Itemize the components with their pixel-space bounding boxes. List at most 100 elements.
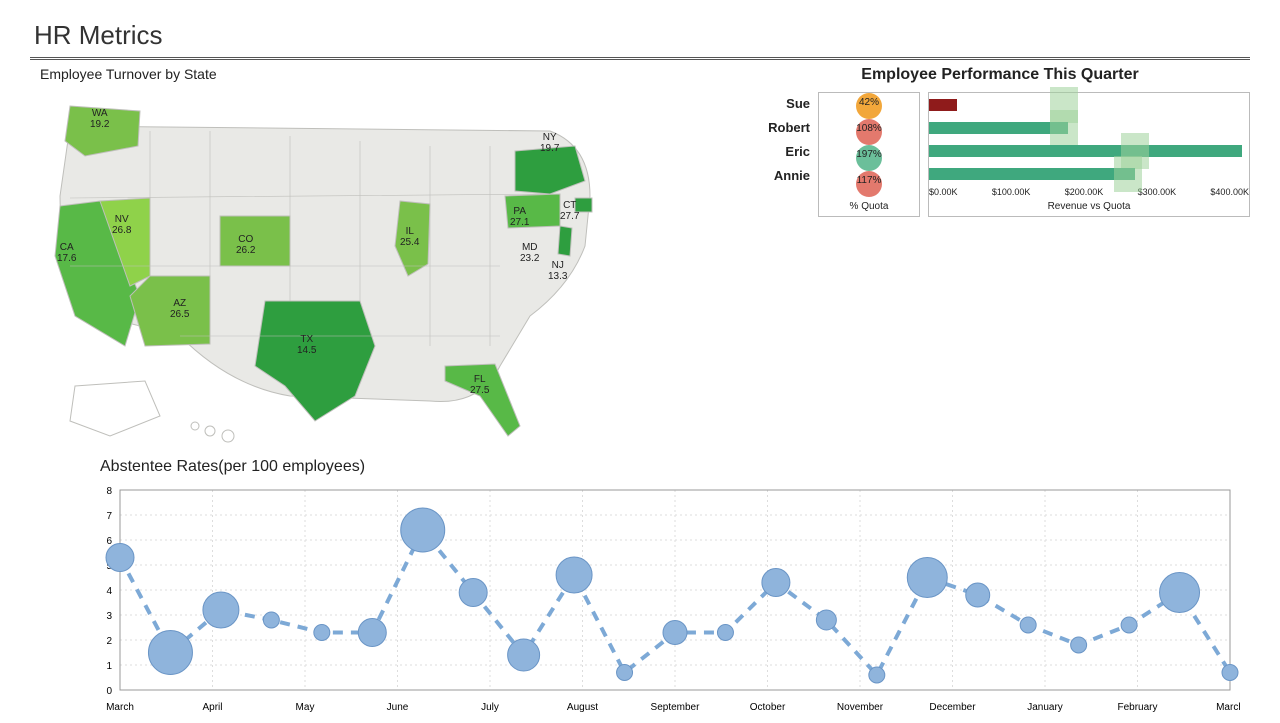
absentee-point[interactable] bbox=[1071, 637, 1087, 653]
y-tick: 0 bbox=[106, 686, 112, 697]
y-tick: 8 bbox=[106, 486, 112, 497]
quota-cell[interactable]: 42% bbox=[819, 93, 919, 119]
absentee-point[interactable] bbox=[966, 583, 990, 607]
x-tick: August bbox=[567, 702, 598, 713]
x-tick: September bbox=[651, 702, 701, 713]
x-tick: December bbox=[929, 702, 976, 713]
absentee-point[interactable] bbox=[1020, 617, 1036, 633]
revenue-column: $0.00K$100.00K$200.00K$300.00K$400.00K R… bbox=[928, 92, 1250, 217]
revenue-ticks: $0.00K$100.00K$200.00K$300.00K$400.00K bbox=[929, 185, 1249, 197]
x-tick: June bbox=[387, 702, 409, 713]
revenue-bar bbox=[929, 122, 1068, 134]
state-label-fl: FL27.5 bbox=[470, 374, 489, 396]
absentee-point[interactable] bbox=[1121, 617, 1137, 633]
absentee-point[interactable] bbox=[358, 619, 386, 647]
absentee-point[interactable] bbox=[1222, 665, 1238, 681]
revenue-tick: $0.00K bbox=[929, 187, 958, 197]
quota-pct: 117% bbox=[857, 175, 882, 186]
map-title: Employee Turnover by State bbox=[40, 66, 720, 82]
x-tick: January bbox=[1027, 702, 1063, 713]
y-tick: 2 bbox=[106, 636, 112, 647]
revenue-bar bbox=[929, 145, 1242, 157]
x-tick: March bbox=[106, 702, 134, 713]
state-label-ny: NY19.7 bbox=[540, 132, 559, 154]
quota-column: 42% 108% 197% 117% % Quot bbox=[818, 92, 920, 217]
absentee-point[interactable] bbox=[663, 621, 687, 645]
absentee-point[interactable] bbox=[762, 569, 790, 597]
revenue-row[interactable] bbox=[929, 162, 1249, 185]
y-tick: 3 bbox=[106, 611, 112, 622]
state-label-az: AZ26.5 bbox=[170, 298, 189, 320]
revenue-tick: $400.00K bbox=[1210, 187, 1249, 197]
page-title: HR Metrics bbox=[34, 20, 1250, 51]
y-tick: 1 bbox=[106, 661, 112, 672]
absentee-point[interactable] bbox=[401, 508, 445, 552]
state-tx[interactable] bbox=[255, 301, 375, 421]
employee-name: Eric bbox=[750, 144, 810, 159]
absentee-point[interactable] bbox=[508, 639, 540, 671]
state-label-nv: NV26.8 bbox=[112, 214, 131, 236]
state-label-ct: CT27.7 bbox=[560, 200, 579, 222]
absentee-point[interactable] bbox=[314, 625, 330, 641]
absentee-chart[interactable]: 012345678MarchAprilMayJuneJulyAugustSept… bbox=[70, 480, 1240, 720]
absentee-point[interactable] bbox=[148, 631, 192, 675]
title-divider bbox=[30, 57, 1250, 60]
absentee-point[interactable] bbox=[907, 558, 947, 598]
x-tick: March bbox=[1216, 702, 1240, 713]
absentee-point[interactable] bbox=[556, 557, 592, 593]
employee-name: Robert bbox=[750, 120, 810, 135]
state-hi bbox=[191, 422, 234, 442]
y-tick: 4 bbox=[106, 586, 112, 597]
absentee-point[interactable] bbox=[106, 544, 134, 572]
state-nj[interactable] bbox=[558, 226, 572, 256]
revenue-row[interactable] bbox=[929, 93, 1249, 116]
revenue-row[interactable] bbox=[929, 139, 1249, 162]
state-label-wa: WA19.2 bbox=[90, 108, 109, 130]
quota-marker bbox=[1114, 156, 1142, 192]
revenue-row[interactable] bbox=[929, 116, 1249, 139]
state-label-il: IL25.4 bbox=[400, 226, 419, 248]
quota-cell[interactable]: 108% bbox=[819, 119, 919, 145]
absentee-point[interactable] bbox=[203, 592, 239, 628]
x-tick: February bbox=[1117, 702, 1157, 713]
x-tick: July bbox=[481, 702, 499, 713]
revenue-tick: $100.00K bbox=[992, 187, 1031, 197]
employee-name: Annie bbox=[750, 168, 810, 183]
x-tick: October bbox=[750, 702, 786, 713]
absentee-title: Abstentee Rates(per 100 employees) bbox=[100, 458, 1250, 476]
state-label-nj: NJ13.3 bbox=[548, 260, 567, 282]
performance-panel: Employee Performance This Quarter Sue Ro… bbox=[750, 66, 1250, 446]
quota-axis-label: % Quota bbox=[819, 197, 919, 216]
absentee-panel: Abstentee Rates(per 100 employees) 0 1 2 3 4… bbox=[30, 458, 1250, 720]
absentee-point[interactable] bbox=[1160, 573, 1200, 613]
absentee-point[interactable] bbox=[263, 612, 279, 628]
state-label-pa: PA27.1 bbox=[510, 206, 529, 228]
state-label-co: CO26.2 bbox=[236, 234, 255, 256]
x-tick: April bbox=[202, 702, 222, 713]
quota-pct: 42% bbox=[859, 97, 879, 108]
turnover-map-panel: Employee Turnover by State bbox=[30, 66, 720, 446]
performance-title: Employee Performance This Quarter bbox=[750, 66, 1250, 84]
state-ak bbox=[70, 381, 160, 436]
absentee-point[interactable] bbox=[617, 665, 633, 681]
employee-name: Sue bbox=[750, 96, 810, 111]
us-map[interactable]: WA19.2 CA17.6 NV26.8 AZ26.5 CO26.2 TX14.5 IL25… bbox=[30, 86, 650, 446]
y-tick: 7 bbox=[106, 511, 112, 522]
revenue-axis-label: Revenue vs Quota bbox=[929, 197, 1249, 216]
revenue-bar bbox=[929, 99, 957, 111]
state-label-ca: CA17.6 bbox=[57, 242, 76, 264]
absentee-point[interactable] bbox=[816, 610, 836, 630]
quota-cell[interactable]: 117% bbox=[819, 171, 919, 197]
revenue-bar bbox=[929, 168, 1135, 180]
absentee-point[interactable] bbox=[717, 625, 733, 641]
state-label-md: MD23.2 bbox=[520, 242, 539, 264]
absentee-point[interactable] bbox=[869, 667, 885, 683]
absentee-point[interactable] bbox=[459, 579, 487, 607]
x-tick: May bbox=[296, 702, 315, 713]
x-tick: November bbox=[837, 702, 884, 713]
quota-cell[interactable]: 197% bbox=[819, 145, 919, 171]
state-label-tx: TX14.5 bbox=[297, 334, 316, 356]
quota-pct: 108% bbox=[856, 123, 882, 134]
quota-pct: 197% bbox=[856, 149, 882, 160]
y-tick: 6 bbox=[106, 536, 112, 547]
